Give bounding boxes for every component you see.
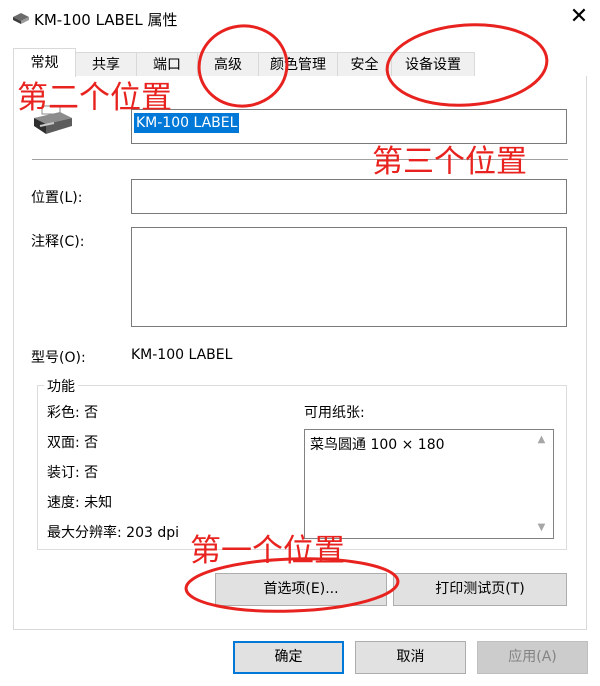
apply-button[interactable]: 应用(A) — [477, 641, 588, 674]
list-item[interactable]: 菜鸟圆通 100 × 180 — [310, 434, 445, 454]
location-label: 位置(L): — [31, 190, 83, 206]
location-input[interactable] — [131, 179, 567, 214]
scroll-down-icon[interactable]: ▼ — [530, 522, 553, 533]
tab-color-management[interactable]: 颜色管理 — [258, 52, 338, 76]
paper-list-scrollbar[interactable]: ▲ ▼ — [530, 430, 553, 538]
feature-duplex: 双面: 否 — [47, 435, 99, 451]
printer-icon — [13, 13, 29, 24]
model-label: 型号(O): — [31, 350, 86, 366]
close-button[interactable]: ✕ — [566, 4, 592, 30]
tab-device-settings[interactable]: 设备设置 — [391, 52, 475, 76]
feature-max-resolution: 最大分辨率: 203 dpi — [47, 525, 180, 541]
comment-textarea[interactable] — [131, 227, 567, 327]
feature-staple: 装订: 否 — [47, 465, 99, 481]
feature-speed: 速度: 未知 — [47, 495, 113, 511]
annotation-third-position: 第三个位置 — [372, 144, 527, 180]
annotation-second-position: 第二个位置 — [17, 80, 172, 116]
print-test-page-button[interactable]: 打印测试页(T) — [393, 573, 567, 606]
window-title: KM-100 LABEL 属性 — [34, 11, 178, 29]
cancel-button[interactable]: 取消 — [355, 641, 466, 674]
feature-color: 彩色: 否 — [47, 405, 99, 421]
tab-security[interactable]: 安全 — [337, 52, 392, 76]
features-title: 功能 — [44, 376, 78, 396]
scroll-up-icon[interactable]: ▲ — [530, 434, 553, 445]
paper-label: 可用纸张: — [304, 405, 365, 421]
model-value: KM-100 LABEL — [131, 347, 233, 363]
comment-label: 注释(C): — [31, 234, 85, 250]
title-bar: KM-100 LABEL 属性 ✕ — [0, 0, 600, 36]
ok-button[interactable]: 确定 — [233, 641, 344, 674]
tab-advanced[interactable]: 高级 — [197, 52, 259, 76]
preferences-button[interactable]: 首选项(E)... — [215, 573, 387, 606]
annotation-first-position: 第一个位置 — [190, 533, 345, 569]
